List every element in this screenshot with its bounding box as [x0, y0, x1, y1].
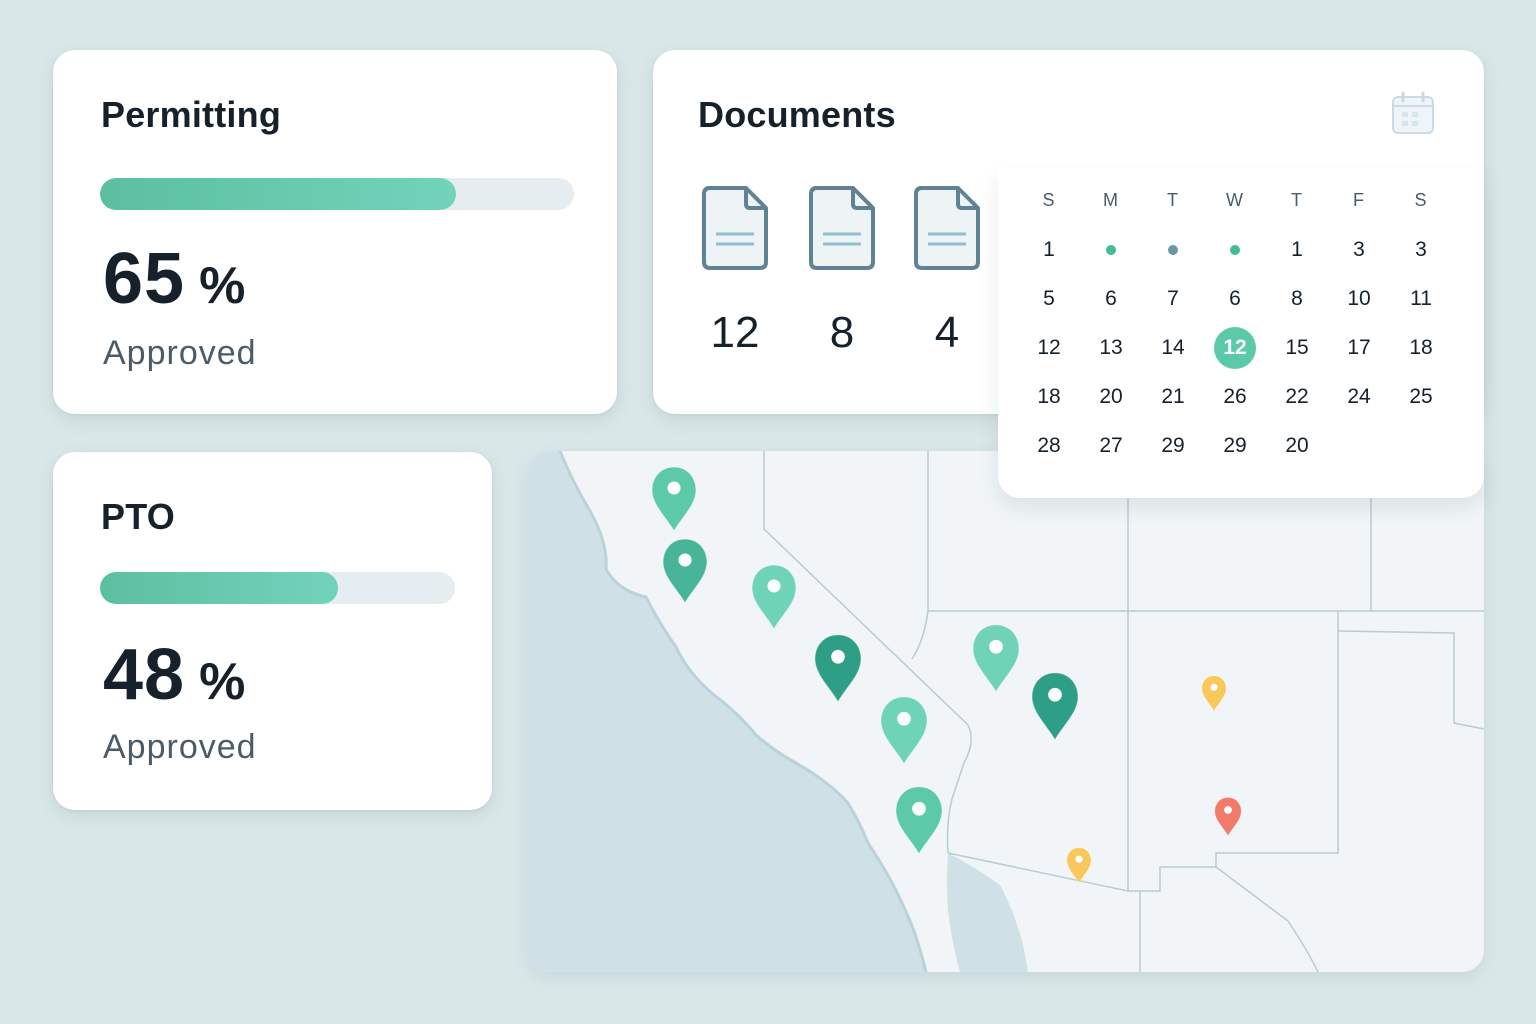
map-pin-icon[interactable] — [1214, 797, 1242, 837]
calendar-day[interactable]: 6 — [1080, 274, 1142, 323]
map-canvas[interactable] — [528, 451, 1484, 972]
event-dot-icon — [1106, 244, 1116, 255]
pto-percent: 48 — [103, 635, 186, 715]
document-item[interactable]: 4 — [902, 184, 992, 358]
calendar-day[interactable]: 21 — [1142, 372, 1204, 421]
calendar-weekday: W — [1226, 190, 1244, 210]
permitting-card: Permitting 65 % Approved — [53, 50, 617, 414]
map-pin-icon[interactable] — [751, 564, 797, 631]
calendar-day[interactable]: 18 — [1018, 372, 1080, 421]
pto-card: PTO 48 % Approved — [53, 452, 492, 810]
calendar-day[interactable]: 18 — [1390, 323, 1452, 372]
pto-progress-bar — [100, 572, 455, 604]
calendar-day[interactable]: 20 — [1266, 421, 1328, 470]
pto-title: PTO — [101, 496, 175, 537]
calendar-day[interactable]: 20 — [1080, 372, 1142, 421]
calendar-day-selected[interactable]: 12 — [1204, 323, 1266, 372]
calendar-weekday: T — [1167, 190, 1179, 210]
calendar-day[interactable]: 1 — [1266, 225, 1328, 274]
document-count: 12 — [710, 308, 760, 357]
document-item[interactable]: 12 — [690, 184, 780, 358]
map-pin-icon[interactable] — [1031, 672, 1079, 741]
ocean-area — [528, 451, 926, 972]
permitting-percent-unit: % — [199, 257, 246, 315]
map-view[interactable] — [528, 451, 1484, 972]
calendar-day[interactable]: 10 — [1328, 274, 1390, 323]
calendar-day[interactable]: 1 — [1018, 225, 1080, 274]
calendar-icon[interactable] — [1390, 90, 1436, 136]
calendar-day[interactable]: 7 — [1142, 274, 1204, 323]
map-pin-icon[interactable] — [662, 538, 708, 605]
map-pin-icon[interactable] — [1066, 847, 1092, 884]
calendar-event-day[interactable] — [1204, 225, 1266, 274]
permitting-progress-bar — [100, 178, 574, 210]
calendar-day[interactable]: 24 — [1328, 372, 1390, 421]
calendar-day[interactable]: 13 — [1080, 323, 1142, 372]
calendar-day[interactable]: 8 — [1266, 274, 1328, 323]
calendar-day[interactable]: 25 — [1390, 372, 1452, 421]
permitting-title: Permitting — [101, 94, 282, 135]
calendar-day[interactable]: 29 — [1204, 421, 1266, 470]
calendar-day[interactable]: 3 — [1390, 225, 1452, 274]
document-icon — [914, 186, 980, 270]
map-pin-icon[interactable] — [814, 634, 862, 703]
calendar-day[interactable]: 22 — [1266, 372, 1328, 421]
calendar-day[interactable]: 11 — [1390, 274, 1452, 323]
calendar-day[interactable]: 28 — [1018, 421, 1080, 470]
calendar-weekday: F — [1353, 190, 1365, 210]
permitting-status-label: Approved — [103, 334, 257, 372]
calendar-day[interactable]: 12 — [1018, 323, 1080, 372]
event-dot-icon — [1168, 244, 1178, 255]
selected-day-label: 12 — [1214, 326, 1256, 369]
calendar-weekday: S — [1414, 190, 1428, 210]
calendar-event-day[interactable] — [1080, 225, 1142, 274]
calendar-day[interactable]: 29 — [1142, 421, 1204, 470]
calendar-day[interactable]: 5 — [1018, 274, 1080, 323]
documents-title: Documents — [698, 94, 896, 135]
calendar-weekday: S — [1042, 190, 1056, 210]
pto-progress-fill — [100, 572, 338, 604]
map-pin-icon[interactable] — [651, 466, 697, 533]
map-pin-icon[interactable] — [972, 624, 1020, 693]
calendar-weekday: M — [1103, 190, 1119, 210]
permitting-percent: 65 — [103, 239, 186, 319]
calendar-empty-cell — [1328, 421, 1390, 470]
event-dot-icon — [1230, 244, 1240, 255]
document-count: 4 — [934, 308, 960, 357]
pto-percent-unit: % — [199, 653, 246, 711]
calendar-day[interactable]: 17 — [1328, 323, 1390, 372]
calendar-popup: S M T W T F S 1 1 3 3 5 6 7 6 8 10 11 12 13 14 12 15 17 18 18 20 21… — [998, 168, 1484, 498]
document-icon — [702, 186, 768, 270]
gulf-area — [947, 853, 1028, 972]
pto-status-label: Approved — [103, 728, 257, 766]
map-pin-icon[interactable] — [895, 786, 943, 855]
calendar-event-day[interactable] — [1142, 225, 1204, 274]
permitting-progress-fill — [100, 178, 456, 210]
pto-value: 48 % — [103, 634, 245, 716]
permitting-value: 65 % — [103, 238, 245, 320]
document-icon — [809, 186, 875, 270]
calendar-grid: S M T W T F S 1 1 3 3 5 6 7 6 8 10 11 12 13 14 12 15 17 18 18 20 21… — [1018, 176, 1452, 470]
calendar-weekday: T — [1291, 190, 1303, 210]
calendar-empty-cell — [1390, 421, 1452, 470]
document-count: 8 — [829, 308, 855, 357]
calendar-day[interactable]: 3 — [1328, 225, 1390, 274]
calendar-day[interactable]: 15 — [1266, 323, 1328, 372]
map-pin-icon[interactable] — [880, 696, 928, 765]
calendar-day[interactable]: 14 — [1142, 323, 1204, 372]
document-item[interactable]: 8 — [797, 184, 887, 358]
map-pin-icon[interactable] — [1201, 675, 1227, 712]
calendar-day[interactable]: 6 — [1204, 274, 1266, 323]
calendar-day[interactable]: 26 — [1204, 372, 1266, 421]
calendar-day[interactable]: 27 — [1080, 421, 1142, 470]
